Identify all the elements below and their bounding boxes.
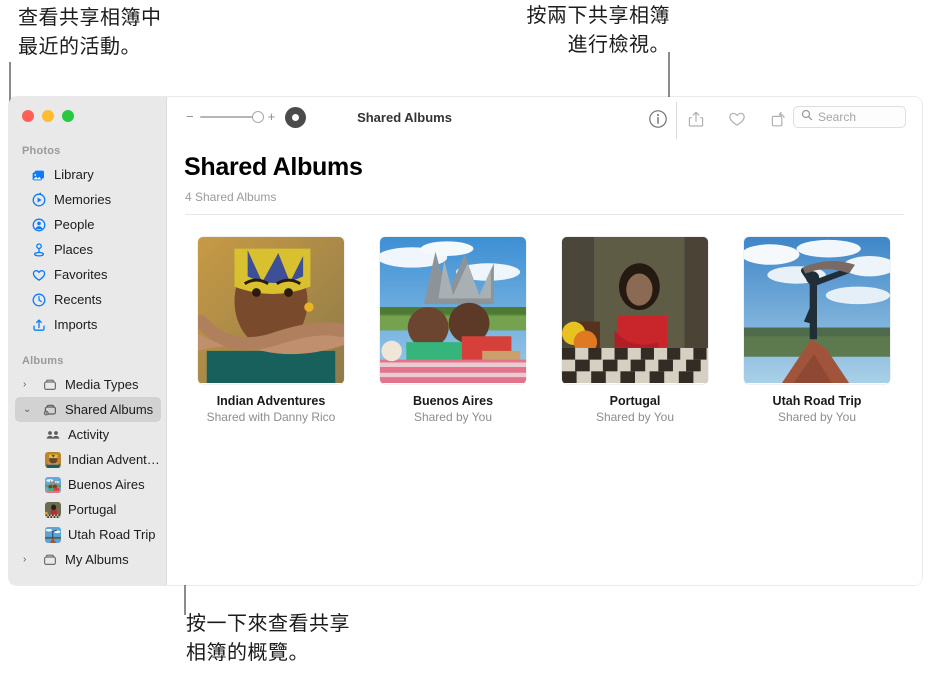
album-card[interactable]: Portugal Shared by You xyxy=(562,237,708,424)
main-panel: Shared Albums 4 Shared Albums Indian Adv… xyxy=(167,144,922,585)
divider xyxy=(185,214,904,215)
chevron-down-icon[interactable]: ⌄ xyxy=(23,405,32,415)
sidebar-item-indian-adventures[interactable]: Indian Advent… xyxy=(15,447,161,472)
album-count: 4 Shared Albums xyxy=(185,190,277,204)
sidebar-item-label: Memories xyxy=(54,192,112,207)
sidebar-list-photos: Library Memories People Places Favorites… xyxy=(9,162,167,337)
thumb-utah-icon xyxy=(45,526,61,543)
album-shared-status: Shared by You xyxy=(413,410,493,424)
album-shared-status: Shared by You xyxy=(595,410,675,424)
sidebar-item-label: Recents xyxy=(54,292,102,307)
sidebar-item-people[interactable]: People xyxy=(15,212,161,237)
heart-icon xyxy=(31,267,47,283)
people-icon xyxy=(31,217,47,233)
content-area: − + Shared Albums Search Shared Albums 4… xyxy=(167,97,922,585)
album-title: Utah Road Trip xyxy=(772,394,862,408)
sidebar-item-label: Favorites xyxy=(54,267,108,282)
search-input[interactable]: Search xyxy=(793,106,906,128)
sidebar-item-label: Library xyxy=(54,167,94,182)
album-shared-status: Shared by You xyxy=(777,410,857,424)
screenshot-root: 查看共享相簿中 最近的活動。 按兩下共享相簿 進行檢視。 按一下來查看共享 相簿… xyxy=(0,0,931,684)
annotation-bottom-left: 按一下來查看共享 相簿的概覽。 xyxy=(186,613,350,664)
sidebar-item-media-types[interactable]: Media Types xyxy=(15,372,161,397)
search-placeholder: Search xyxy=(818,110,857,124)
album-icon xyxy=(42,552,58,568)
sidebar-section-photos: Photos xyxy=(22,145,61,157)
photos-window: Photos Library Memories People Places Fa… xyxy=(9,97,922,585)
sidebar-item-label: Media Types xyxy=(65,377,139,392)
album-card[interactable]: Buenos Aires Shared by You xyxy=(380,237,526,424)
search-icon xyxy=(801,108,813,126)
sidebar-item-label: Shared Albums xyxy=(65,402,154,417)
album-shared-status: Shared with Danny Rico xyxy=(206,410,336,424)
album-title: Portugal xyxy=(609,394,661,408)
sidebar-item-activity[interactable]: Activity xyxy=(15,422,161,447)
album-thumbnail[interactable] xyxy=(562,237,708,384)
memories-icon xyxy=(31,191,47,208)
chevron-right-icon[interactable]: › xyxy=(23,555,32,565)
sidebar-item-label: Portugal xyxy=(68,502,117,517)
sidebar-item-favorites[interactable]: Favorites xyxy=(15,262,161,287)
album-title: Buenos Aires xyxy=(412,394,494,408)
sidebar-row-shared-albums: ⌄ Shared Albums xyxy=(9,397,167,422)
shared-album-icon xyxy=(42,402,58,418)
sidebar-row-my-albums: › My Albums xyxy=(9,547,167,572)
thumb-indian-image xyxy=(198,237,344,383)
toolbar: − + Shared Albums Search xyxy=(167,97,922,144)
sidebar-item-memories[interactable]: Memories xyxy=(15,187,161,212)
heart-icon[interactable] xyxy=(726,108,748,130)
sidebar-item-recents[interactable]: Recents xyxy=(15,287,161,312)
sidebar-item-portugal[interactable]: Portugal xyxy=(15,497,161,522)
rotate-icon[interactable] xyxy=(767,108,789,130)
sidebar-row-media-types: › Media Types xyxy=(9,372,167,397)
thumb-buenos-icon xyxy=(45,476,61,493)
library-icon xyxy=(31,167,47,183)
page-title: Shared Albums xyxy=(184,153,363,181)
thumb-portugal-icon xyxy=(45,501,61,518)
thumb-buenos-image xyxy=(380,237,526,383)
sidebar-item-label: People xyxy=(54,217,95,232)
toolbar-actions xyxy=(685,108,789,130)
sidebar-item-label: Activity xyxy=(68,427,110,442)
sidebar-item-buenos-aires[interactable]: Buenos Aires xyxy=(15,472,161,497)
activity-icon xyxy=(45,427,61,443)
albums-grid: Indian Adventures Shared with Danny Rico xyxy=(198,237,890,424)
chevron-right-icon[interactable]: › xyxy=(23,380,32,390)
sidebar-item-imports[interactable]: Imports xyxy=(15,312,161,337)
album-thumbnail[interactable] xyxy=(198,237,344,384)
share-icon[interactable] xyxy=(685,108,707,130)
sidebar-item-label: Imports xyxy=(54,317,98,332)
import-icon xyxy=(31,317,47,333)
album-thumbnail[interactable] xyxy=(744,237,890,384)
annotation-top-left: 查看共享相簿中 最近的活動。 xyxy=(18,7,162,58)
sidebar-item-label: Indian Advent… xyxy=(68,452,160,467)
toolbar-divider xyxy=(676,102,677,139)
sidebar-item-label: Places xyxy=(54,242,94,257)
thumb-utah-image xyxy=(744,237,890,383)
sidebar-item-label: My Albums xyxy=(65,552,129,567)
places-icon xyxy=(31,242,47,258)
sidebar-item-utah-road-trip[interactable]: Utah Road Trip xyxy=(15,522,161,547)
thumb-portugal-image xyxy=(562,237,708,383)
album-card[interactable]: Utah Road Trip Shared by You xyxy=(744,237,890,424)
album-thumbnail[interactable] xyxy=(380,237,526,384)
sidebar: Photos Library Memories People Places Fa… xyxy=(9,97,167,585)
info-icon[interactable] xyxy=(648,109,668,134)
sidebar-section-albums: Albums xyxy=(22,355,64,367)
sidebar-item-label: Buenos Aires xyxy=(68,477,145,492)
album-icon xyxy=(42,377,58,393)
album-title: Indian Adventures xyxy=(216,394,326,408)
sidebar-item-shared-albums[interactable]: Shared Albums xyxy=(15,397,161,422)
sidebar-item-label: Utah Road Trip xyxy=(68,527,156,542)
sidebar-list-albums: › Media Types ⌄ Shared Albums Activity I… xyxy=(9,372,167,572)
album-card[interactable]: Indian Adventures Shared with Danny Rico xyxy=(198,237,344,424)
thumb-indian-icon xyxy=(45,451,61,468)
clock-icon xyxy=(31,292,47,308)
sidebar-item-library[interactable]: Library xyxy=(15,162,161,187)
sidebar-item-places[interactable]: Places xyxy=(15,237,161,262)
annotation-top-middle: 按兩下共享相簿 進行檢視。 xyxy=(526,5,670,56)
sidebar-item-my-albums[interactable]: My Albums xyxy=(15,547,161,572)
